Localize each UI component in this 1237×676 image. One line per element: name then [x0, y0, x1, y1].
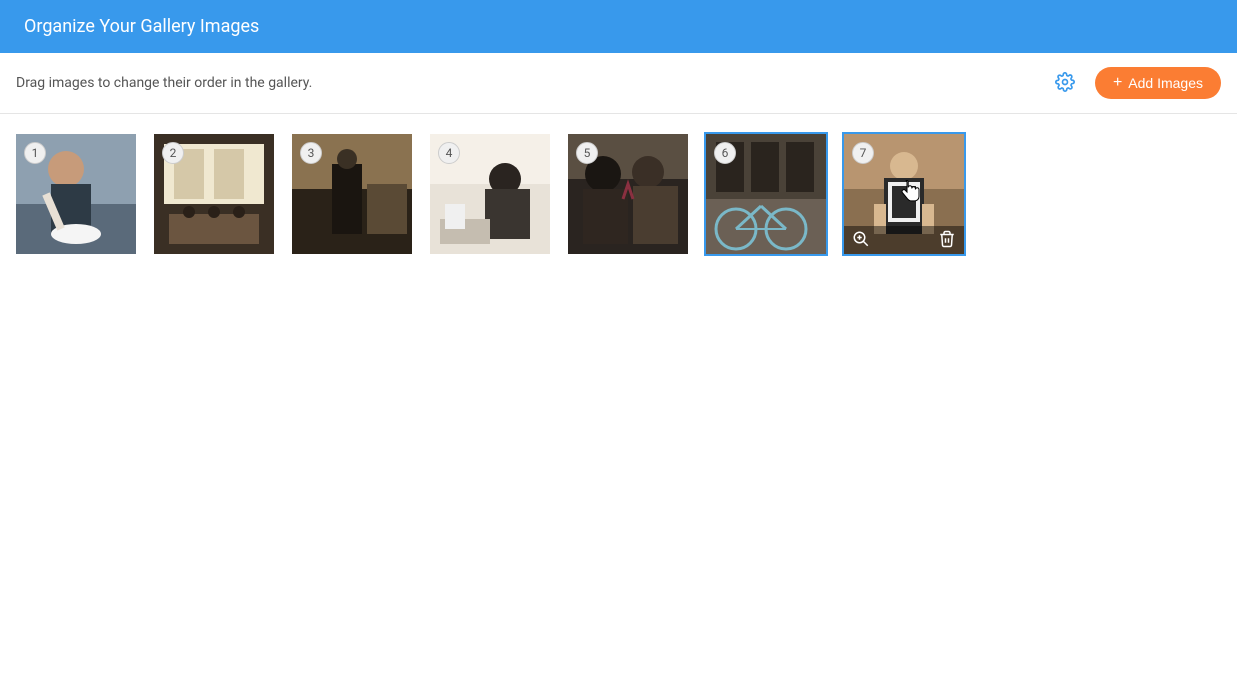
- order-badge: 6: [714, 142, 736, 164]
- gallery-thumb[interactable]: 6: [706, 134, 826, 254]
- order-badge: 2: [162, 142, 184, 164]
- gallery-thumb[interactable]: 7: [844, 134, 964, 254]
- page-header: Organize Your Gallery Images: [0, 0, 1237, 53]
- thumb-overlay: [844, 226, 964, 254]
- gallery-grid: 1 2 3: [0, 114, 1237, 274]
- order-badge: 4: [438, 142, 460, 164]
- zoom-in-icon: [852, 230, 870, 251]
- page-title: Organize Your Gallery Images: [24, 16, 259, 37]
- zoom-button[interactable]: [850, 228, 872, 253]
- add-images-button[interactable]: + Add Images: [1095, 67, 1221, 99]
- order-badge: 7: [852, 142, 874, 164]
- subheader: Drag images to change their order in the…: [0, 53, 1237, 114]
- subheader-actions: + Add Images: [1051, 67, 1221, 99]
- delete-button[interactable]: [936, 228, 958, 253]
- order-badge: 5: [576, 142, 598, 164]
- order-badge: 1: [24, 142, 46, 164]
- gallery-thumb[interactable]: 3: [292, 134, 412, 254]
- gear-icon: [1055, 72, 1075, 95]
- gallery-thumb[interactable]: 5: [568, 134, 688, 254]
- order-badge: 3: [300, 142, 322, 164]
- gallery-thumb[interactable]: 4: [430, 134, 550, 254]
- plus-icon: +: [1113, 75, 1122, 91]
- trash-icon: [938, 230, 956, 251]
- settings-button[interactable]: [1051, 68, 1079, 99]
- instruction-text: Drag images to change their order in the…: [16, 75, 312, 91]
- gallery-thumb[interactable]: 1: [16, 134, 136, 254]
- gallery-thumb[interactable]: 2: [154, 134, 274, 254]
- add-images-label: Add Images: [1128, 75, 1203, 91]
